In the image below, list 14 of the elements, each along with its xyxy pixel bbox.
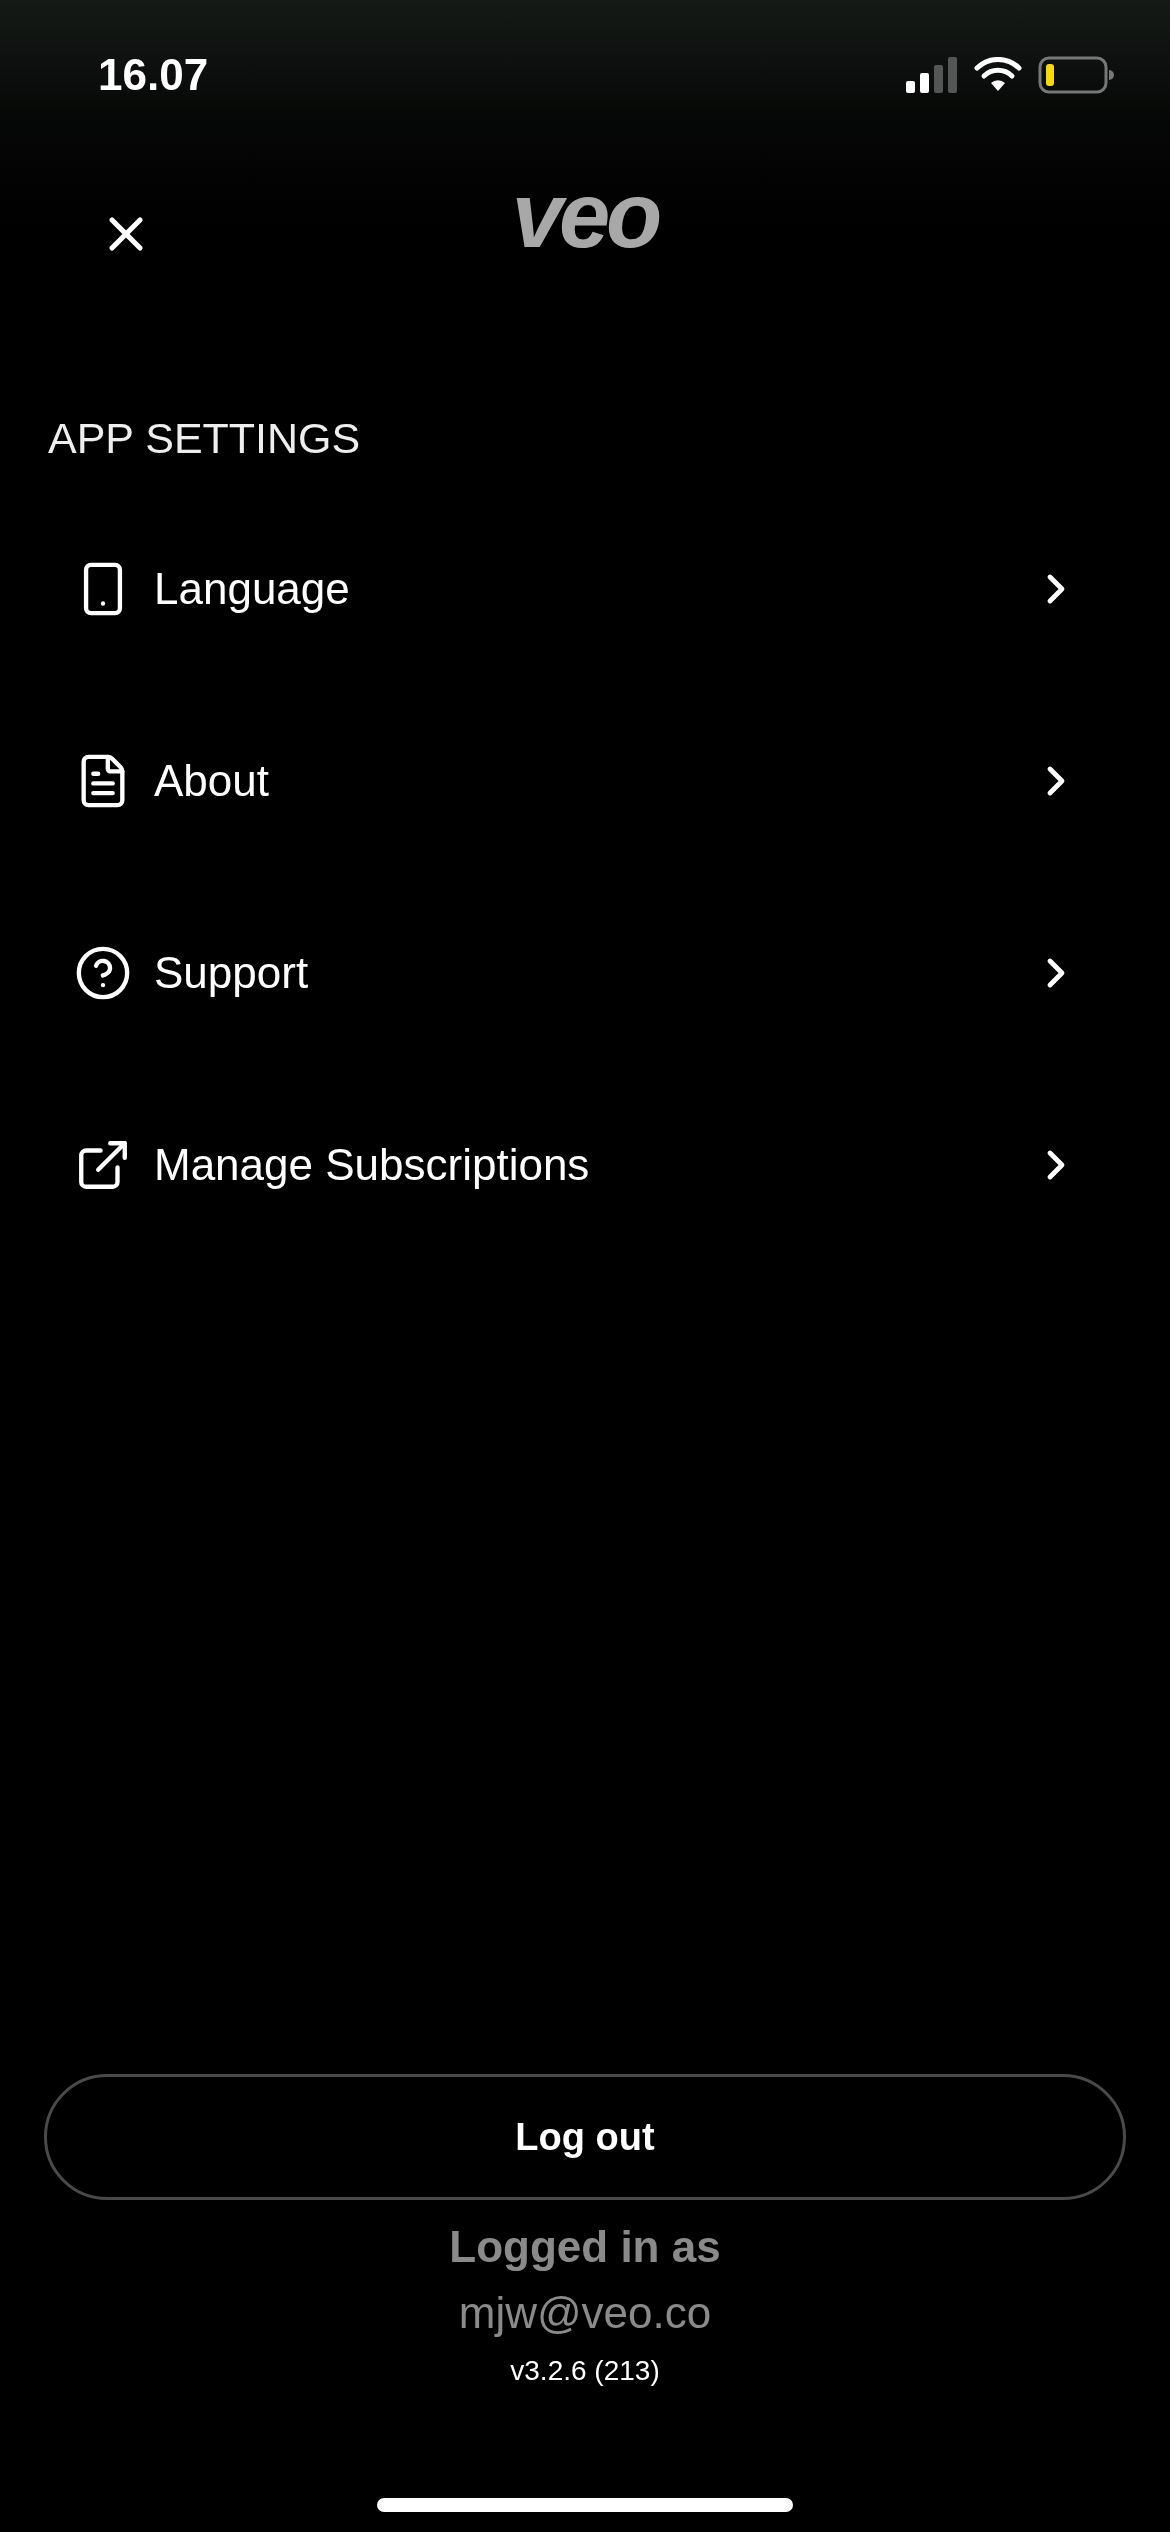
settings-item[interactable]: About <box>0 684 1170 877</box>
logout-button[interactable]: Log out <box>44 2074 1126 2200</box>
account-email: mjw@veo.co <box>458 2287 712 2339</box>
battery-icon <box>1038 56 1114 94</box>
status-time: 16.07 <box>98 49 209 101</box>
settings-item[interactable]: Language <box>0 492 1170 685</box>
logged-in-caption: Logged in as <box>449 2221 721 2273</box>
wifi-icon <box>974 57 1022 93</box>
section-title: APP SETTINGS <box>48 414 361 462</box>
app-version: v3.2.6 (213) <box>510 2354 660 2388</box>
settings-item[interactable]: Manage Subscriptions <box>0 1068 1170 1261</box>
signal-icon <box>906 57 958 93</box>
app-logo: veo <box>511 169 659 261</box>
settings-item[interactable]: Support <box>0 876 1170 1069</box>
